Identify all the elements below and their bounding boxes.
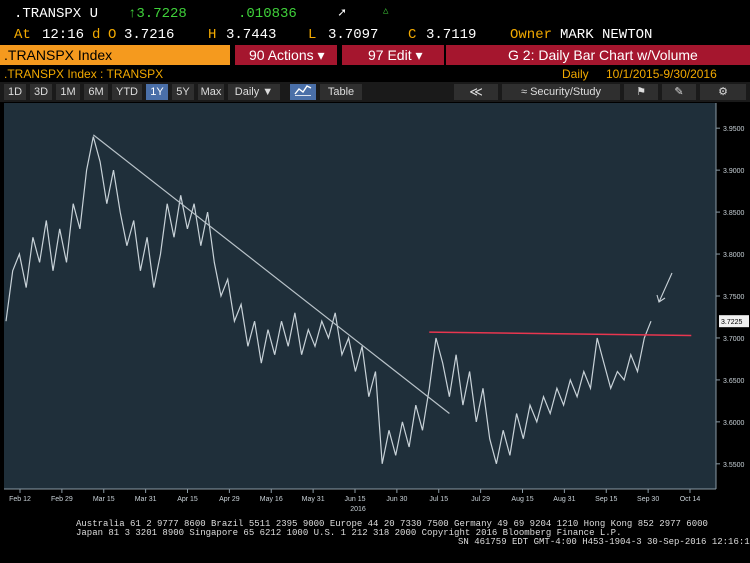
y-tick-label: 3.9000 xyxy=(723,168,745,175)
ticker-symbol: .TRANSPX U xyxy=(14,6,99,22)
x-tick-label: Jul 29 xyxy=(471,496,490,503)
y-tick-label: 3.7500 xyxy=(723,294,745,301)
mini-chart-icon: △ xyxy=(383,6,389,16)
date-range: 10/1/2015-9/30/2016 xyxy=(606,67,717,81)
x-tick-label: May 31 xyxy=(302,496,325,503)
security-study-button[interactable]: ≈ Security/Study xyxy=(502,84,620,100)
last-value-label: 3.7225 xyxy=(721,319,743,326)
flag-icon[interactable]: ⚑ xyxy=(624,84,658,100)
study-icon: ≈ xyxy=(520,86,528,98)
security-name: .TRANSPX Index : TRANSPX xyxy=(4,67,164,81)
close-label: C xyxy=(408,27,417,43)
owner-name: MARK NEWTON xyxy=(560,27,653,43)
x-tick-label: Feb 29 xyxy=(51,496,73,503)
menu-bar: .TRANSPX Index 90 Actions ▾ 97 Edit ▾ G … xyxy=(0,45,750,65)
price-chart-svg: 3.5500 3.6000 3.6500 3.7000 3.7500 3.8000 3.85… xyxy=(4,103,749,513)
x-tick-label: Mar 15 xyxy=(93,496,115,503)
y-tick-label: 3.8000 xyxy=(723,252,745,259)
at-label: At xyxy=(14,27,31,43)
x-axis: Feb 12 Feb 29 Mar 15 Mar 31 Apr 15 Apr 29 May … xyxy=(4,488,716,513)
range-1y-button[interactable]: 1Y xyxy=(146,84,168,100)
y-tick-label: 3.9500 xyxy=(723,126,745,133)
low-label: L xyxy=(308,27,317,43)
x-tick-label: Sep 30 xyxy=(637,496,659,503)
line-chart-icon[interactable] xyxy=(290,84,316,100)
actions-menu[interactable]: 90 Actions ▾ xyxy=(235,45,337,65)
x-tick-label: Jun 15 xyxy=(344,496,365,503)
range-ytd-button[interactable]: YTD xyxy=(112,84,142,100)
x-tick-label: Feb 12 xyxy=(9,496,31,503)
x-tick-label: Jul 15 xyxy=(429,496,448,503)
security-subheader: .TRANSPX Index : TRANSPX Daily 10/1/2015… xyxy=(0,66,750,82)
price-chart[interactable]: 3.5500 3.6000 3.6500 3.7000 3.7500 3.8000 3.85… xyxy=(0,103,750,515)
close-value: 3.7119 xyxy=(426,27,477,43)
x-tick-label: Aug 31 xyxy=(553,496,575,503)
y-tick-label: 3.6000 xyxy=(723,420,745,427)
x-tick-label: May 16 xyxy=(260,496,283,503)
y-tick-label: 3.8500 xyxy=(723,210,745,217)
x-tick-label: Sep 15 xyxy=(595,496,617,503)
security-index-field[interactable]: .TRANSPX Index xyxy=(0,45,230,65)
quote-line: .TRANSPX U ↑3.7228 .010836 ➚ △ xyxy=(0,6,750,24)
cursor-icon: ➚ xyxy=(338,6,346,21)
plot-area xyxy=(4,103,716,489)
range-6m-button[interactable]: 6M xyxy=(84,84,108,100)
quote-time: 12:16 xyxy=(42,27,85,43)
chart-title: G 2: Daily Bar Chart w/Volume xyxy=(446,45,750,65)
price-change: .010836 xyxy=(238,6,297,22)
frequency-dropdown[interactable]: Daily ▼ xyxy=(228,84,280,100)
range-1m-button[interactable]: 1M xyxy=(56,84,80,100)
period-label: Daily xyxy=(562,67,589,81)
range-3d-button[interactable]: 3D xyxy=(30,84,52,100)
owner-label: Owner xyxy=(510,27,553,43)
chart-toolbar: 1D 3D 1M 6M YTD 1Y 5Y Max Daily ▼ Table … xyxy=(0,82,750,102)
year-label: 2016 xyxy=(350,506,366,513)
x-tick-label: Oct 14 xyxy=(680,496,701,503)
open-label: O xyxy=(108,27,117,43)
y-tick-label: 3.7000 xyxy=(723,336,745,343)
back-button[interactable]: ≪ xyxy=(454,84,498,100)
range-1d-button[interactable]: 1D xyxy=(4,84,26,100)
footer-session: SN 461759 EDT GMT-4:00 H453-1904-3 30-Se… xyxy=(458,537,750,547)
y-axis: 3.5500 3.6000 3.6500 3.7000 3.7500 3.8000 3.85… xyxy=(715,103,749,489)
edit-menu[interactable]: 97 Edit ▾ xyxy=(342,45,444,65)
x-tick-label: Aug 15 xyxy=(511,496,533,503)
high-value: 3.7443 xyxy=(226,27,277,43)
last-price: ↑3.7228 xyxy=(128,6,187,22)
d-label: d xyxy=(92,27,101,43)
low-value: 3.7097 xyxy=(328,27,379,43)
annotate-icon[interactable]: ✎ xyxy=(662,84,696,100)
x-tick-label: Jun 30 xyxy=(386,496,407,503)
x-tick-label: Apr 15 xyxy=(177,496,198,503)
y-tick-label: 3.6500 xyxy=(723,378,745,385)
footer: Australia 61 2 9777 8600 Brazil 5511 239… xyxy=(0,517,750,563)
ohlc-line: At 12:16 d O 3.7216 H 3.7443 L 3.7097 C … xyxy=(0,27,750,45)
x-tick-label: Apr 29 xyxy=(219,496,240,503)
gear-icon[interactable]: ⚙ xyxy=(700,84,746,100)
open-value: 3.7216 xyxy=(124,27,175,43)
high-label: H xyxy=(208,27,217,43)
security-study-label: Security/Study xyxy=(530,86,602,98)
x-tick-label: Mar 31 xyxy=(135,496,157,503)
table-button[interactable]: Table xyxy=(320,84,362,100)
range-max-button[interactable]: Max xyxy=(198,84,224,100)
y-tick-label: 3.5500 xyxy=(723,462,745,469)
range-5y-button[interactable]: 5Y xyxy=(172,84,194,100)
